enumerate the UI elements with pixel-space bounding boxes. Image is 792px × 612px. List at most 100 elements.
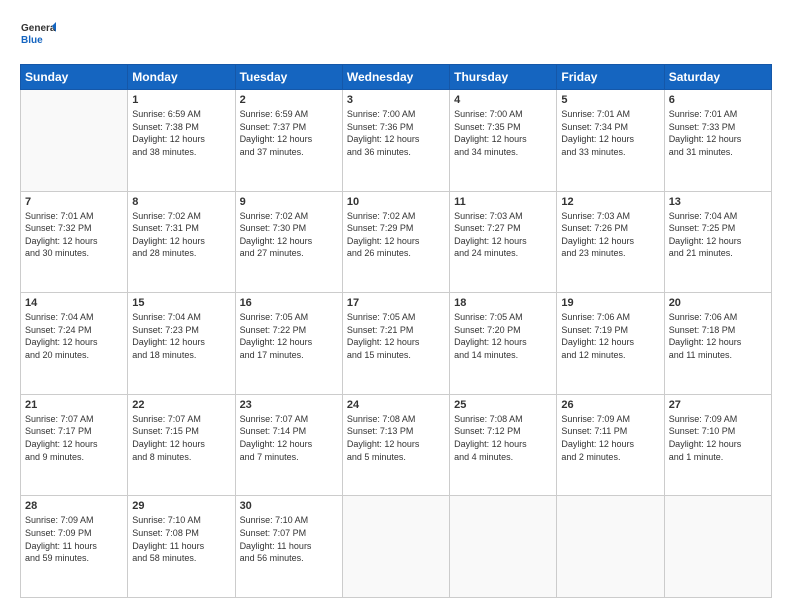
weekday-wednesday: Wednesday	[342, 65, 449, 90]
day-info: Sunrise: 7:09 AM Sunset: 7:10 PM Dayligh…	[669, 413, 767, 463]
day-number: 10	[347, 196, 445, 208]
day-info: Sunrise: 7:02 AM Sunset: 7:29 PM Dayligh…	[347, 210, 445, 260]
day-info: Sunrise: 7:04 AM Sunset: 7:25 PM Dayligh…	[669, 210, 767, 260]
calendar-cell: 5 Sunrise: 7:01 AM Sunset: 7:34 PM Daylig…	[557, 90, 664, 192]
calendar-week-5: 28 Sunrise: 7:09 AM Sunset: 7:09 PM Dayli…	[21, 496, 772, 598]
calendar-cell: 4 Sunrise: 7:00 AM Sunset: 7:35 PM Daylig…	[450, 90, 557, 192]
day-number: 4	[454, 94, 552, 106]
calendar-cell: 3 Sunrise: 7:00 AM Sunset: 7:36 PM Daylig…	[342, 90, 449, 192]
weekday-monday: Monday	[128, 65, 235, 90]
weekday-saturday: Saturday	[664, 65, 771, 90]
calendar-cell: 15 Sunrise: 7:04 AM Sunset: 7:23 PM Dayli…	[128, 293, 235, 395]
weekday-tuesday: Tuesday	[235, 65, 342, 90]
day-info: Sunrise: 7:08 AM Sunset: 7:12 PM Dayligh…	[454, 413, 552, 463]
day-number: 28	[25, 500, 123, 512]
calendar-page: General Blue SundayMondayTuesdayWednesda…	[0, 0, 792, 612]
calendar-week-1: 1 Sunrise: 6:59 AM Sunset: 7:38 PM Daylig…	[21, 90, 772, 192]
day-number: 16	[240, 297, 338, 309]
svg-text:Blue: Blue	[21, 35, 43, 46]
day-number: 5	[561, 94, 659, 106]
day-info: Sunrise: 7:00 AM Sunset: 7:35 PM Dayligh…	[454, 108, 552, 158]
header: General Blue	[20, 18, 772, 54]
svg-text:General: General	[21, 23, 56, 34]
calendar-cell	[450, 496, 557, 598]
day-info: Sunrise: 7:09 AM Sunset: 7:11 PM Dayligh…	[561, 413, 659, 463]
day-number: 27	[669, 399, 767, 411]
calendar-cell: 10 Sunrise: 7:02 AM Sunset: 7:29 PM Dayli…	[342, 191, 449, 293]
day-info: Sunrise: 7:01 AM Sunset: 7:32 PM Dayligh…	[25, 210, 123, 260]
calendar-cell: 22 Sunrise: 7:07 AM Sunset: 7:15 PM Dayli…	[128, 394, 235, 496]
day-number: 15	[132, 297, 230, 309]
calendar-week-2: 7 Sunrise: 7:01 AM Sunset: 7:32 PM Daylig…	[21, 191, 772, 293]
day-info: Sunrise: 7:04 AM Sunset: 7:23 PM Dayligh…	[132, 311, 230, 361]
day-number: 26	[561, 399, 659, 411]
calendar-cell: 8 Sunrise: 7:02 AM Sunset: 7:31 PM Daylig…	[128, 191, 235, 293]
day-number: 21	[25, 399, 123, 411]
calendar-cell: 24Sunrise: 7:08 AM Sunset: 7:13 PM Dayli…	[342, 394, 449, 496]
calendar-cell	[664, 496, 771, 598]
day-info: Sunrise: 7:00 AM Sunset: 7:36 PM Dayligh…	[347, 108, 445, 158]
day-info: Sunrise: 7:07 AM Sunset: 7:15 PM Dayligh…	[132, 413, 230, 463]
calendar-cell: 20 Sunrise: 7:06 AM Sunset: 7:18 PM Dayli…	[664, 293, 771, 395]
day-number: 18	[454, 297, 552, 309]
day-number: 3	[347, 94, 445, 106]
calendar-cell: 29 Sunrise: 7:10 AM Sunset: 7:08 PM Dayli…	[128, 496, 235, 598]
day-info: Sunrise: 7:05 AM Sunset: 7:20 PM Dayligh…	[454, 311, 552, 361]
calendar-header: SundayMondayTuesdayWednesdayThursdayFrid…	[21, 65, 772, 90]
day-number: 9	[240, 196, 338, 208]
calendar-cell: 7 Sunrise: 7:01 AM Sunset: 7:32 PM Daylig…	[21, 191, 128, 293]
weekday-friday: Friday	[557, 65, 664, 90]
calendar-cell: 9Sunrise: 7:02 AM Sunset: 7:30 PM Daylig…	[235, 191, 342, 293]
day-number: 2	[240, 94, 338, 106]
day-number: 13	[669, 196, 767, 208]
calendar-cell: 19 Sunrise: 7:06 AM Sunset: 7:19 PM Dayli…	[557, 293, 664, 395]
day-number: 14	[25, 297, 123, 309]
calendar-cell: 1 Sunrise: 6:59 AM Sunset: 7:38 PM Daylig…	[128, 90, 235, 192]
day-number: 12	[561, 196, 659, 208]
day-number: 20	[669, 297, 767, 309]
day-info: Sunrise: 7:09 AM Sunset: 7:09 PM Dayligh…	[25, 514, 123, 564]
day-info: Sunrise: 7:02 AM Sunset: 7:31 PM Dayligh…	[132, 210, 230, 260]
calendar-cell: 14 Sunrise: 7:04 AM Sunset: 7:24 PM Dayli…	[21, 293, 128, 395]
calendar-week-3: 14 Sunrise: 7:04 AM Sunset: 7:24 PM Dayli…	[21, 293, 772, 395]
calendar-cell: 27 Sunrise: 7:09 AM Sunset: 7:10 PM Dayli…	[664, 394, 771, 496]
day-info: Sunrise: 6:59 AM Sunset: 7:37 PM Dayligh…	[240, 108, 338, 158]
calendar-cell: 12 Sunrise: 7:03 AM Sunset: 7:26 PM Dayli…	[557, 191, 664, 293]
day-number: 22	[132, 399, 230, 411]
day-number: 23	[240, 399, 338, 411]
day-info: Sunrise: 7:07 AM Sunset: 7:17 PM Dayligh…	[25, 413, 123, 463]
day-number: 24	[347, 399, 445, 411]
day-number: 1	[132, 94, 230, 106]
day-number: 19	[561, 297, 659, 309]
day-number: 25	[454, 399, 552, 411]
calendar-cell	[342, 496, 449, 598]
calendar-cell: 28 Sunrise: 7:09 AM Sunset: 7:09 PM Dayli…	[21, 496, 128, 598]
day-info: Sunrise: 7:06 AM Sunset: 7:19 PM Dayligh…	[561, 311, 659, 361]
calendar-cell	[557, 496, 664, 598]
day-info: Sunrise: 7:04 AM Sunset: 7:24 PM Dayligh…	[25, 311, 123, 361]
calendar-table: SundayMondayTuesdayWednesdayThursdayFrid…	[20, 64, 772, 598]
day-info: Sunrise: 6:59 AM Sunset: 7:38 PM Dayligh…	[132, 108, 230, 158]
logo-svg: General Blue	[20, 18, 56, 54]
calendar-cell: 11Sunrise: 7:03 AM Sunset: 7:27 PM Dayli…	[450, 191, 557, 293]
calendar-cell: 6 Sunrise: 7:01 AM Sunset: 7:33 PM Daylig…	[664, 90, 771, 192]
day-number: 6	[669, 94, 767, 106]
day-info: Sunrise: 7:10 AM Sunset: 7:08 PM Dayligh…	[132, 514, 230, 564]
day-info: Sunrise: 7:01 AM Sunset: 7:34 PM Dayligh…	[561, 108, 659, 158]
day-info: Sunrise: 7:07 AM Sunset: 7:14 PM Dayligh…	[240, 413, 338, 463]
calendar-cell	[21, 90, 128, 192]
day-info: Sunrise: 7:06 AM Sunset: 7:18 PM Dayligh…	[669, 311, 767, 361]
day-number: 29	[132, 500, 230, 512]
calendar-cell: 2 Sunrise: 6:59 AM Sunset: 7:37 PM Daylig…	[235, 90, 342, 192]
day-info: Sunrise: 7:01 AM Sunset: 7:33 PM Dayligh…	[669, 108, 767, 158]
day-info: Sunrise: 7:10 AM Sunset: 7:07 PM Dayligh…	[240, 514, 338, 564]
day-info: Sunrise: 7:03 AM Sunset: 7:26 PM Dayligh…	[561, 210, 659, 260]
day-number: 8	[132, 196, 230, 208]
calendar-body: 1 Sunrise: 6:59 AM Sunset: 7:38 PM Daylig…	[21, 90, 772, 598]
weekday-thursday: Thursday	[450, 65, 557, 90]
calendar-cell: 30Sunrise: 7:10 AM Sunset: 7:07 PM Dayli…	[235, 496, 342, 598]
calendar-cell: 23 Sunrise: 7:07 AM Sunset: 7:14 PM Dayli…	[235, 394, 342, 496]
calendar-cell: 25 Sunrise: 7:08 AM Sunset: 7:12 PM Dayli…	[450, 394, 557, 496]
day-info: Sunrise: 7:03 AM Sunset: 7:27 PM Dayligh…	[454, 210, 552, 260]
day-number: 7	[25, 196, 123, 208]
